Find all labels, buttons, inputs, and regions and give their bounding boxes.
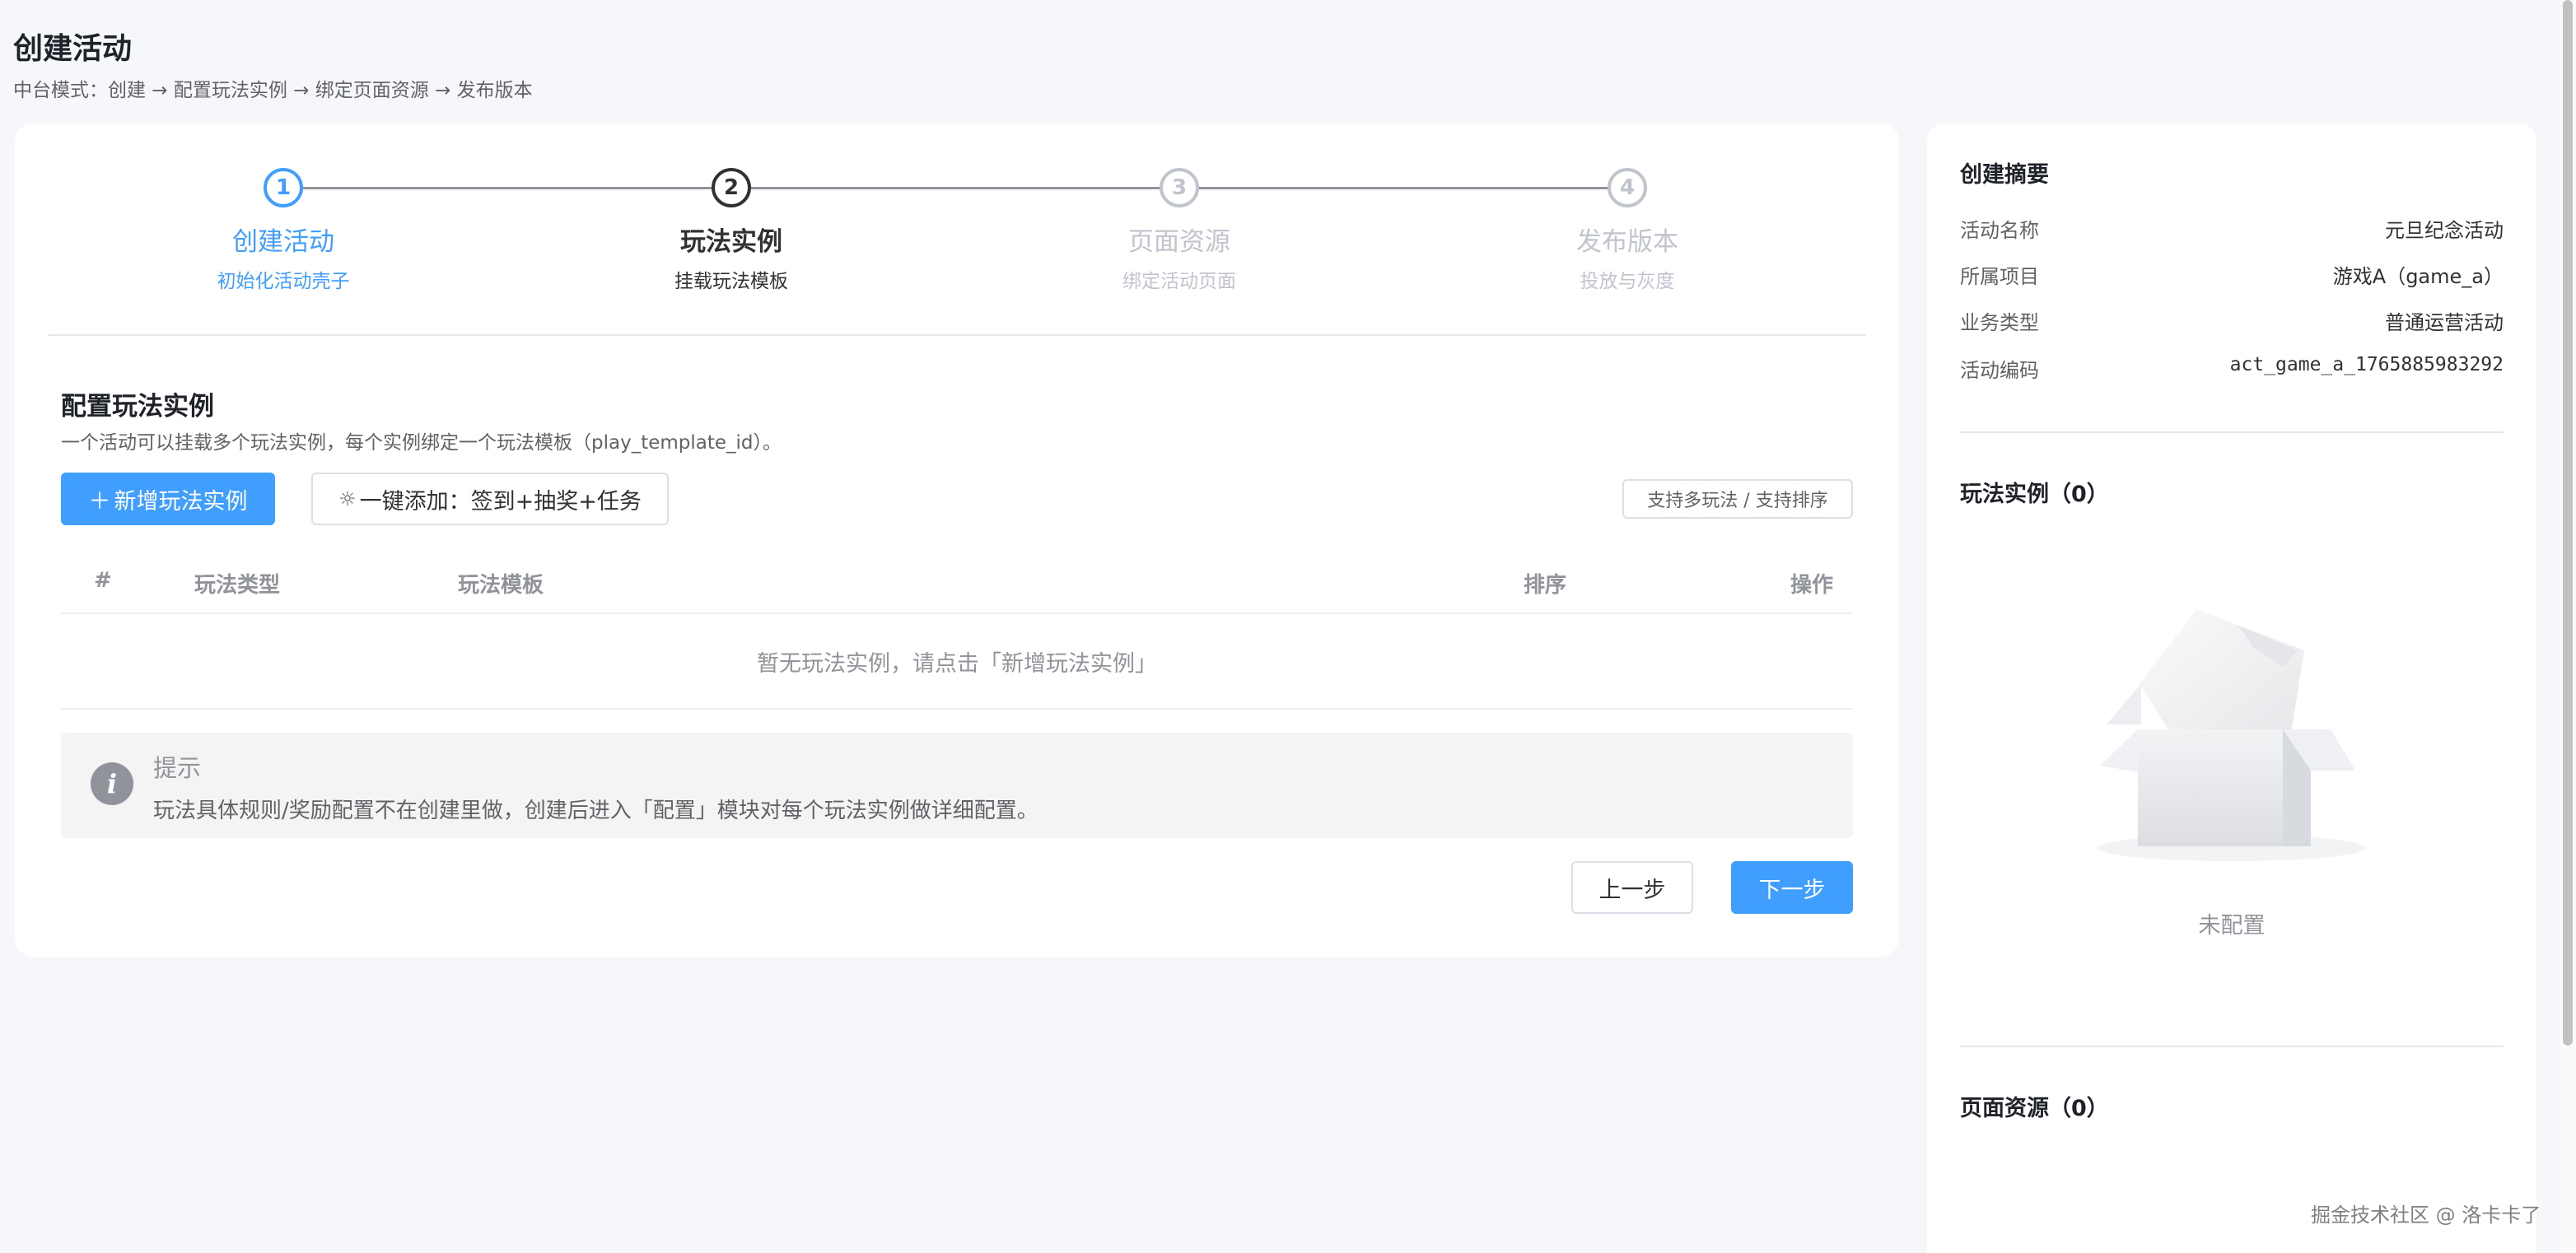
summary-row: 所属项目 游戏A（game_a） (1960, 260, 2504, 293)
steps-bar: 1 创建活动 初始化活动壳子 2 玩法实例 挂载玩法模板 3 页面资源 绑定活动… (15, 123, 1899, 338)
section-desc: 一个活动可以挂载多个玩法实例，每个实例绑定一个玩法模板（play_templat… (61, 432, 782, 454)
summary-value: act_game_a_1765885983292 (2229, 354, 2504, 375)
steps-divider (48, 334, 1866, 336)
summary-label: 所属项目 (1960, 265, 2039, 288)
step-3-circle[interactable]: 3 (1160, 168, 1199, 207)
col-actions: 操作 (1790, 573, 1833, 598)
step-3-desc: 绑定活动页面 (1122, 271, 1236, 292)
summary-row: 活动编码 act_game_a_1765885983292 (1960, 354, 2504, 387)
summary-row: 活动名称 元旦纪念活动 (1960, 214, 2504, 247)
summary-title: 创建摘要 (1960, 162, 2049, 188)
add-play-instance-button[interactable]: ＋ 新增玩法实例 (61, 473, 275, 525)
summary-row: 业务类型 普通运营活动 (1960, 306, 2504, 339)
scrollbar-thumb[interactable] (2563, 0, 2573, 1046)
step-3-title[interactable]: 页面资源 (1015, 221, 1344, 258)
tip-alert: i 提示 玩法具体规则/奖励配置不在创建里做，创建后进入「配置」模块对每个玩法实… (61, 733, 1853, 838)
table-header: # 玩法类型 玩法模板 排序 操作 (61, 550, 1853, 614)
page-subtitle: 中台模式：创建 → 配置玩法实例 → 绑定页面资源 → 发布版本 (13, 80, 533, 101)
summary-label: 活动名称 (1960, 219, 2039, 242)
main-card: 1 创建活动 初始化活动壳子 2 玩法实例 挂载玩法模板 3 页面资源 绑定活动… (15, 123, 1899, 957)
sparkle-icon: ☼ (338, 487, 357, 510)
step-connector (303, 187, 725, 189)
col-play-type: 玩法类型 (194, 573, 281, 598)
page-title: 创建活动 (13, 32, 133, 66)
summary-label: 活动编码 (1960, 359, 2039, 382)
step-connector (1199, 187, 1621, 189)
step-2-circle[interactable]: 2 (712, 168, 751, 207)
summary-divider (1960, 1046, 2504, 1047)
page-resource-section-title: 页面资源（0） (1960, 1096, 2109, 1121)
empty-text: 未配置 (2198, 913, 2266, 939)
play-instance-section-title: 玩法实例（0） (1960, 482, 2109, 507)
step-4-title[interactable]: 发布版本 (1463, 221, 1792, 258)
col-sort: 排序 (1524, 573, 1567, 598)
info-icon: i (91, 762, 133, 805)
alert-title: 提示 (153, 754, 202, 782)
watermark: 掘金技术社区 @ 洛卡卡了 (2311, 1204, 2541, 1227)
step-4-desc: 投放与灰度 (1580, 271, 1675, 292)
col-play-template: 玩法模板 (458, 573, 544, 598)
support-tag: 支持多玩法 / 支持排序 (1622, 479, 1853, 519)
step-2-desc: 挂载玩法模板 (674, 271, 788, 292)
table-empty: 暂无玩法实例，请点击「新增玩法实例」 (61, 614, 1853, 710)
add-play-instance-label: 新增玩法实例 (114, 488, 248, 515)
next-step-button[interactable]: 下一步 (1731, 861, 1853, 914)
section-title: 配置玩法实例 (61, 392, 214, 422)
summary-value: 元旦纪念活动 (2385, 219, 2504, 242)
plus-icon: ＋ (88, 488, 111, 515)
prev-step-button[interactable]: 上一步 (1571, 861, 1693, 914)
step-connector (751, 187, 1173, 189)
summary-divider (1960, 431, 2504, 433)
quick-add-label: 一键添加：签到+抽奖+任务 (359, 488, 642, 515)
summary-card: 创建摘要 活动名称 元旦纪念活动 所属项目 游戏A（game_a） 业务类型 普… (1927, 123, 2536, 1253)
step-1-desc: 初始化活动壳子 (217, 271, 350, 292)
summary-value: 普通运营活动 (2385, 311, 2504, 334)
quick-add-button[interactable]: ☼ 一键添加：签到+抽奖+任务 (311, 473, 669, 525)
empty-box-icon (2098, 609, 2365, 861)
col-index: # (94, 568, 112, 593)
step-1-title[interactable]: 创建活动 (119, 221, 448, 258)
step-4-circle[interactable]: 4 (1608, 168, 1647, 207)
page-root: 创建活动 中台模式：创建 → 配置玩法实例 → 绑定页面资源 → 发布版本 1 … (0, 0, 2576, 1253)
step-2-title[interactable]: 玩法实例 (567, 221, 896, 258)
step-1-circle[interactable]: 1 (264, 168, 303, 207)
summary-value: 游戏A（game_a） (2332, 265, 2504, 288)
alert-text: 玩法具体规则/奖励配置不在创建里做，创建后进入「配置」模块对每个玩法实例做详细配… (153, 799, 1038, 823)
summary-label: 业务类型 (1960, 311, 2039, 334)
